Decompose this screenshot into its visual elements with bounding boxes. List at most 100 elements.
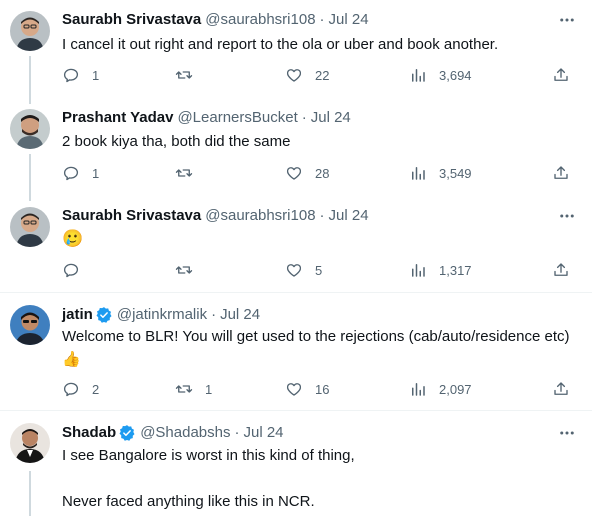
tweet-header: Shadab @Shadabshs · Jul 24 [62, 423, 284, 443]
tweet-date[interactable]: Jul 24 [311, 108, 351, 128]
views-icon [412, 264, 425, 277]
tweet-header: Prashant Yadav @LearnersBucket · Jul 24 [62, 108, 351, 128]
like-count: 22 [315, 67, 330, 83]
separator: · [319, 11, 325, 28]
tweet-2[interactable]: Prashant Yadav @LearnersBucket · Jul 24 … [0, 96, 592, 197]
views-count: 3,694 [439, 67, 472, 83]
tweet-actions: 1 22 3,694 [62, 65, 582, 85]
tweet-text: 2 book kiya tha, both did the same [62, 133, 291, 150]
retweet-button[interactable] [175, 65, 205, 85]
like-button[interactable]: 5 [285, 260, 322, 280]
views-icon [412, 69, 425, 82]
more-icon[interactable] [556, 206, 578, 226]
views-count: 2,097 [439, 381, 472, 397]
share-button[interactable] [552, 65, 570, 85]
tweet-date[interactable]: Jul 24 [243, 423, 283, 443]
more-icon[interactable] [556, 423, 578, 443]
tweet-date[interactable]: Jul 24 [329, 206, 369, 226]
like-count: 5 [315, 262, 323, 278]
share-button[interactable] [552, 260, 570, 280]
tweet-4[interactable]: jatin @jatinkrmalik · Jul 24 Welcome to … [0, 293, 592, 410]
tweet-actions: 5 1,317 [62, 260, 582, 280]
author-handle[interactable]: @saurabhsri108 [205, 206, 315, 226]
author-name[interactable]: Shadab [62, 423, 116, 443]
tweet-date[interactable]: Jul 24 [220, 305, 260, 325]
retweet-icon [175, 266, 193, 274]
thread-line [29, 96, 31, 104]
views-count: 3,549 [439, 165, 472, 181]
retweet-icon [175, 71, 193, 79]
avatar[interactable] [10, 207, 50, 247]
verified-badge-icon [95, 306, 113, 324]
like-button[interactable]: 16 [285, 379, 329, 399]
retweet-button[interactable] [175, 260, 205, 280]
avatar[interactable] [10, 11, 50, 51]
reply-icon [63, 68, 79, 83]
retweet-icon [175, 169, 193, 177]
views-count: 1,317 [439, 262, 472, 278]
tweet-actions: 2 1 16 2,097 [62, 379, 582, 399]
reply-count: 1 [92, 67, 100, 83]
tweet-5[interactable]: Shadab @Shadabshs · Jul 24 I see Bangalo… [0, 411, 592, 516]
tweet-actions: 1 28 3,549 [62, 163, 582, 183]
separator: · [319, 207, 325, 224]
avatar[interactable] [10, 109, 50, 149]
views-icon [412, 167, 425, 180]
thread-line [29, 154, 31, 197]
author-name[interactable]: Saurabh Srivastava [62, 206, 201, 226]
separator: · [234, 424, 240, 441]
heart-icon [286, 383, 302, 396]
retweet-button[interactable]: 1 [175, 379, 212, 399]
tweet-text: I see Bangalore is worst in this kind of… [62, 447, 355, 510]
more-icon[interactable] [556, 10, 578, 30]
reply-icon [63, 166, 79, 181]
thread-line [29, 56, 31, 100]
avatar[interactable] [10, 423, 50, 463]
reply-icon [63, 382, 79, 397]
share-icon [554, 263, 568, 276]
views-button[interactable]: 1,317 [409, 260, 472, 280]
like-count: 28 [315, 165, 330, 181]
thread-line [29, 193, 31, 201]
author-handle[interactable]: @saurabhsri108 [205, 10, 315, 30]
like-button[interactable]: 22 [285, 65, 329, 85]
author-handle[interactable]: @Shadabshs [140, 423, 230, 443]
author-name[interactable]: Prashant Yadav [62, 108, 173, 128]
tweet-date[interactable]: Jul 24 [329, 10, 369, 30]
separator: · [211, 306, 217, 323]
avatar[interactable] [10, 305, 50, 345]
like-button[interactable]: 28 [285, 163, 329, 183]
retweet-button[interactable] [175, 163, 205, 183]
heart-icon [286, 167, 302, 180]
share-button[interactable] [552, 163, 570, 183]
tweet-1[interactable]: Saurabh Srivastava @saurabhsri108 · Jul … [0, 0, 592, 100]
reply-button[interactable]: 1 [62, 163, 99, 183]
author-handle[interactable]: @jatinkrmalik [117, 305, 207, 325]
author-name[interactable]: Saurabh Srivastava [62, 10, 201, 30]
reply-count: 1 [92, 165, 100, 181]
thread-line [29, 471, 31, 516]
tweet-text: Welcome to BLR! You will get used to the… [62, 328, 574, 368]
share-icon [554, 382, 568, 395]
author-handle[interactable]: @LearnersBucket [177, 108, 297, 128]
views-icon [412, 383, 425, 396]
heart-icon [286, 69, 302, 82]
views-button[interactable]: 3,694 [409, 65, 472, 85]
tweet-3[interactable]: Saurabh Srivastava @saurabhsri108 · Jul … [0, 193, 592, 293]
tweet-text: 🥲 [62, 229, 84, 248]
tweet-header: jatin @jatinkrmalik · Jul 24 [62, 305, 260, 325]
heart-icon [286, 264, 302, 277]
separator: · [301, 109, 307, 126]
reply-button[interactable] [62, 260, 92, 280]
views-button[interactable]: 3,549 [409, 163, 472, 183]
reply-count: 2 [92, 381, 100, 397]
reply-button[interactable]: 2 [62, 379, 99, 399]
reply-button[interactable]: 1 [62, 65, 99, 85]
share-icon [554, 166, 568, 179]
reply-icon [63, 263, 79, 278]
tweet-header: Saurabh Srivastava @saurabhsri108 · Jul … [62, 10, 369, 30]
author-name[interactable]: jatin [62, 305, 93, 325]
views-button[interactable]: 2,097 [409, 379, 472, 399]
share-icon [554, 68, 568, 81]
share-button[interactable] [552, 379, 570, 399]
